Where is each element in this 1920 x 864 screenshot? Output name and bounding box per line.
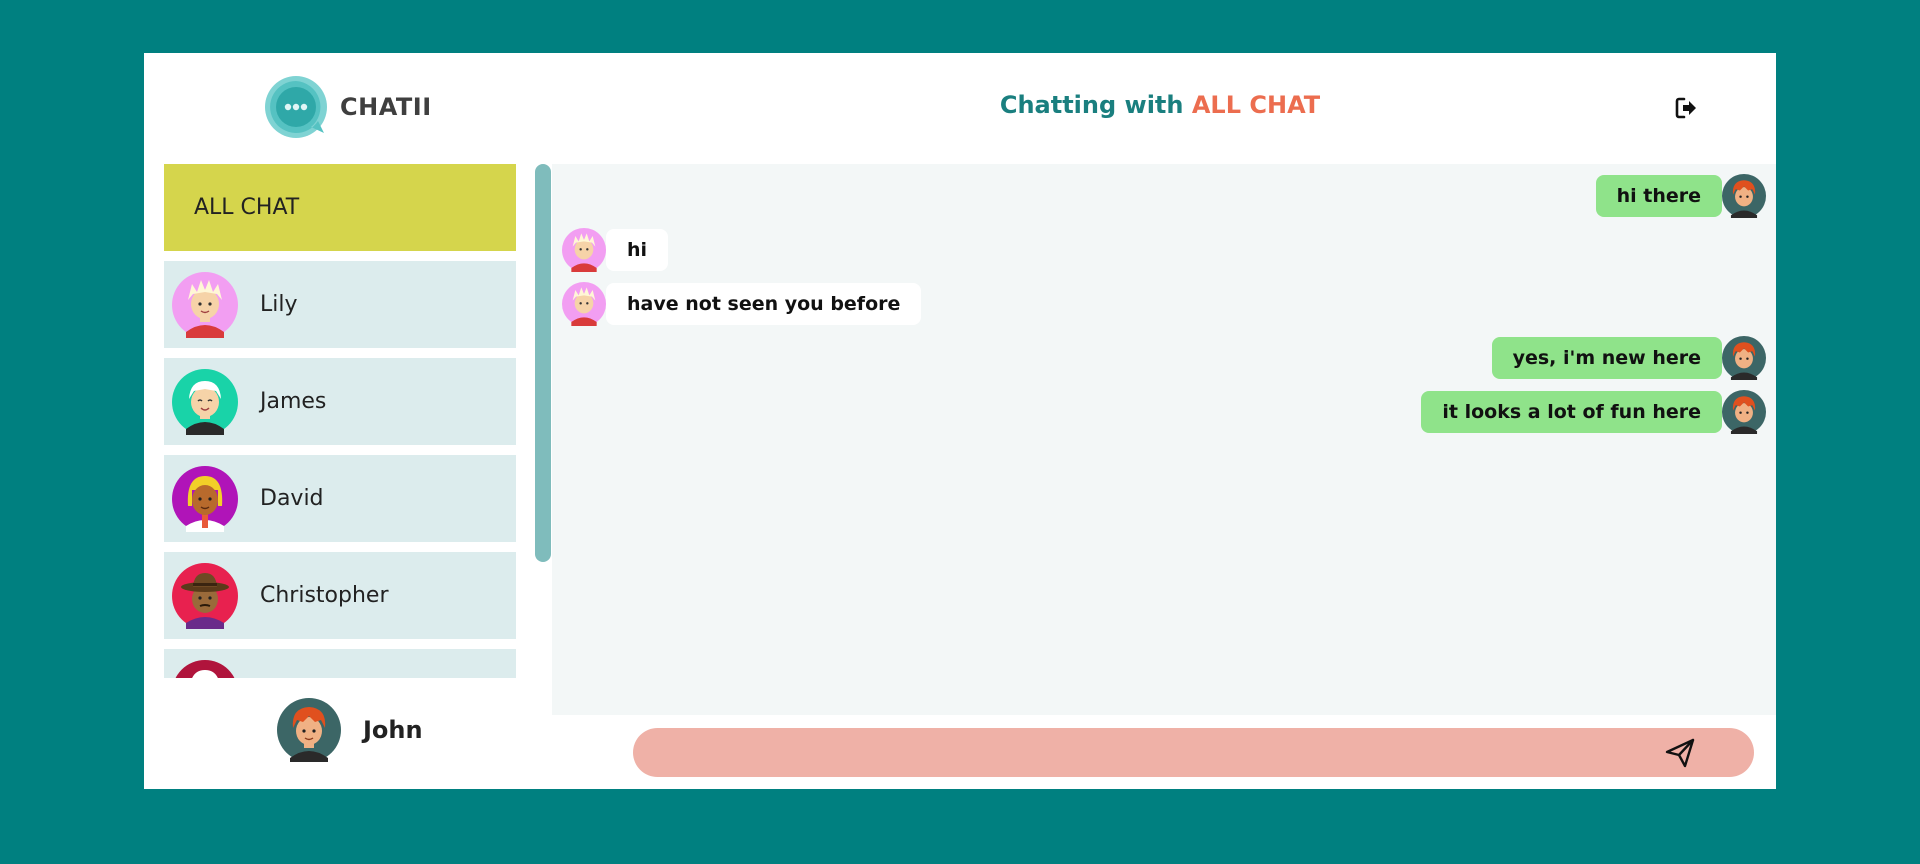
- sidebar-item-label: David: [260, 486, 324, 511]
- message-input[interactable]: [657, 728, 1617, 777]
- current-user-name: John: [363, 716, 423, 744]
- sidebar-item-christopher[interactable]: Christopher: [164, 552, 516, 639]
- chat-title-prefix: Chatting with: [999, 91, 1184, 119]
- message-theirs: hi: [562, 228, 669, 272]
- message-mine: hi there: [1595, 174, 1766, 218]
- sidebar-item-david[interactable]: David: [164, 455, 516, 542]
- chat-bubble-logo-icon: [264, 75, 328, 139]
- chat-app-window: CHATII Chatting with ALL CHAT ALL CHAT L…: [144, 53, 1776, 789]
- avatar-teal-icon: [172, 368, 238, 435]
- message-bubble: it looks a lot of fun here: [1421, 391, 1722, 433]
- sidebar-item-james[interactable]: James: [164, 358, 516, 445]
- send-icon[interactable]: [1663, 736, 1697, 770]
- logout-icon[interactable]: [1674, 95, 1700, 121]
- sidebar-item-all-chat[interactable]: ALL CHAT: [164, 164, 516, 251]
- sidebar-item-partial[interactable]: [164, 649, 516, 678]
- message-composer: [633, 728, 1754, 777]
- avatar-pink-icon: [172, 271, 238, 338]
- contact-list-scrollbar[interactable]: [535, 164, 551, 562]
- message-theirs: have not seen you before: [562, 282, 922, 326]
- message-mine: it looks a lot of fun here: [1421, 390, 1766, 434]
- avatar-redhead-icon: [1722, 336, 1766, 380]
- sidebar-item-label: Christopher: [260, 583, 389, 608]
- sidebar-item-label: Lily: [260, 292, 298, 317]
- sidebar-item-label: James: [260, 389, 327, 414]
- app-name: CHATII: [340, 93, 432, 121]
- chat-title: Chatting with ALL CHAT: [544, 91, 1776, 119]
- message-bubble: hi: [606, 229, 669, 271]
- contact-list: ALL CHAT Lily James David Christopher: [164, 164, 516, 678]
- avatar-redhead-icon: [1722, 174, 1766, 218]
- message-bubble: have not seen you before: [606, 283, 922, 325]
- message-bubble: hi there: [1595, 175, 1722, 217]
- current-user: John: [277, 698, 423, 762]
- brand: CHATII: [264, 75, 432, 139]
- message-mine: yes, i'm new here: [1491, 336, 1766, 380]
- avatar-red-icon: [172, 562, 238, 629]
- message-area: hi there hi have not seen you before yes…: [552, 164, 1776, 715]
- avatar-purple-icon: [172, 465, 238, 532]
- message-bubble: yes, i'm new here: [1491, 337, 1722, 379]
- avatar-pink-icon: [562, 282, 606, 326]
- avatar-redhead-icon: [1722, 390, 1766, 434]
- sidebar-item-lily[interactable]: Lily: [164, 261, 516, 348]
- sidebar-item-label: ALL CHAT: [194, 195, 300, 220]
- avatar-redhead-icon: [277, 698, 341, 762]
- avatar-pink-icon: [562, 228, 606, 272]
- avatar-crimson-icon: [172, 659, 238, 678]
- chat-title-room: ALL CHAT: [1191, 91, 1321, 119]
